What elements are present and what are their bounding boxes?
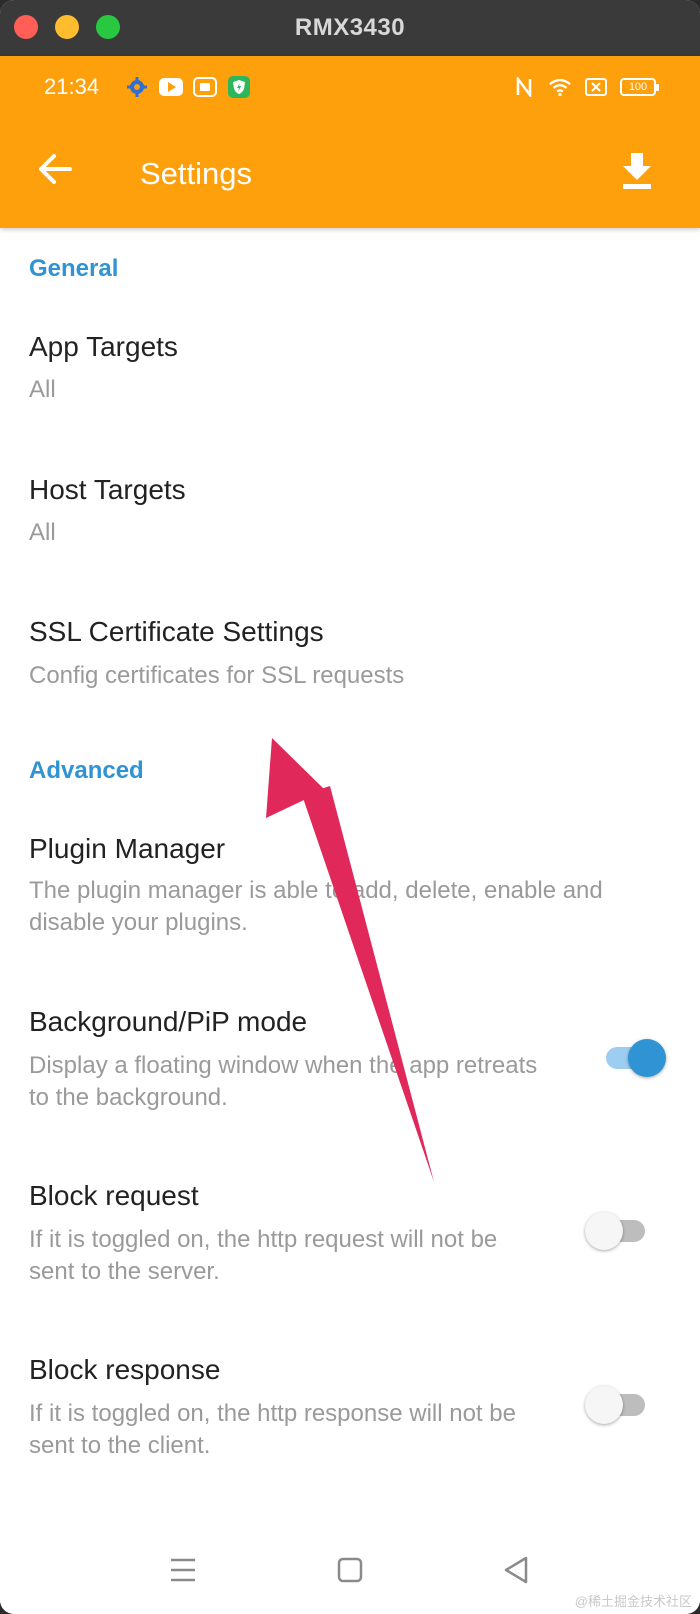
app-bar: 21:34 100 Settings [0, 56, 700, 228]
recent-apps-button[interactable] [163, 1550, 203, 1590]
menu-lines-icon [171, 1558, 195, 1582]
pref-title: Plugin Manager [29, 833, 226, 864]
arrow-left-icon [39, 154, 72, 184]
window-title: RMX3430 [294, 14, 406, 41]
battery-icon: 100 [620, 78, 659, 96]
pip-mode-toggle[interactable] [600, 1039, 666, 1077]
section-header-advanced: Advanced [29, 757, 144, 784]
pref-summary: The plugin manager is able to add, delet… [29, 877, 603, 936]
gear-icon [125, 76, 149, 98]
back-button[interactable] [36, 151, 76, 187]
pref-summary: If it is toggled on, the http request wi… [29, 1226, 498, 1285]
pref-title: Block request [29, 1180, 199, 1211]
pref-summary: Config certificates for SSL requests [29, 662, 405, 689]
pref-title: SSL Certificate Settings [29, 616, 324, 647]
pref-title: Background/PiP mode [29, 1006, 308, 1037]
status-icons-left [125, 76, 251, 98]
youtube-icon [159, 76, 183, 98]
home-button[interactable] [330, 1550, 370, 1590]
pref-title: Host Targets [29, 474, 186, 505]
switch-thumb [628, 1039, 666, 1077]
square-icon [337, 1557, 363, 1583]
shield-icon [227, 76, 251, 98]
window-titlebar: RMX3430 [0, 0, 700, 56]
pref-title: App Targets [29, 331, 178, 362]
screen-record-icon [193, 76, 217, 98]
pref-summary: If it is toggled on, the http response w… [29, 1400, 516, 1459]
sim-x-icon [584, 76, 608, 98]
pref-summary: Display a floating window when the app r… [29, 1052, 538, 1111]
pref-summary: All [29, 519, 56, 546]
wifi-icon [548, 76, 572, 98]
block-response-toggle[interactable] [585, 1386, 651, 1424]
nfc-icon [512, 76, 536, 98]
system-back-button[interactable] [497, 1550, 537, 1590]
pref-summary: All [29, 376, 56, 403]
watermark: @稀土掘金技术社区 [574, 1594, 692, 1609]
block-request-toggle[interactable] [585, 1212, 651, 1250]
page-title: Settings [140, 156, 253, 191]
switch-thumb [585, 1386, 623, 1424]
triangle-back-icon [504, 1556, 528, 1584]
pref-title: Block response [29, 1354, 221, 1385]
download-button[interactable] [620, 151, 654, 191]
device-window: RMX3430 21:34 100 Settings General App T… [0, 0, 700, 1614]
status-icons-right: 100 [512, 76, 659, 98]
switch-thumb [585, 1212, 623, 1250]
status-time: 21:34 [44, 74, 100, 99]
download-icon [623, 153, 651, 189]
section-header-general: General [29, 255, 119, 282]
